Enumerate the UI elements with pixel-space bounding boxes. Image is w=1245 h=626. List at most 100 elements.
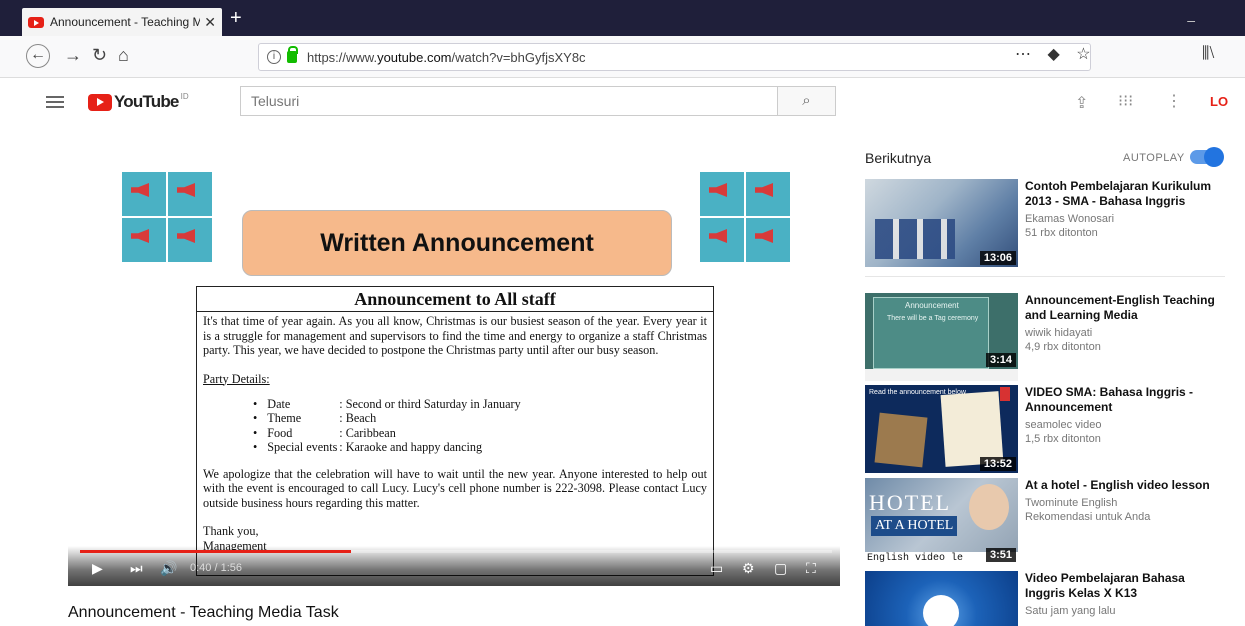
document-title: Announcement to All staff [197,289,713,312]
reload-button[interactable]: ↻ [92,45,107,66]
classroom-image [875,219,955,259]
recommended-title[interactable]: Contoh Pembelajaran Kurikulum 2013 - SMA… [1025,179,1225,209]
play-icon[interactable]: ▶ [92,560,103,577]
thumb-caption: HOTEL [869,490,952,515]
channel-name: Ekamas Wonosari [1025,213,1115,225]
time-display: 0:40 / 1:56 [190,562,242,574]
recommended-title[interactable]: At a hotel - English video lesson [1025,478,1225,493]
youtube-favicon-icon [28,16,44,28]
progress-bar[interactable] [80,550,832,553]
party-details-heading: Party Details: [203,371,270,386]
browser-tab[interactable]: Announcement - Teaching Me ✕ [22,8,222,36]
settings-gear-icon[interactable]: ⚙ [742,560,755,577]
emblem-image [923,595,959,626]
document-paragraph-1: It's that time of year again. As you all… [203,314,707,357]
youtube-play-icon [88,93,112,111]
video-thumbnail[interactable]: HOTEL AT A HOTEL English video le 3:51 [865,478,1018,566]
subtitles-icon[interactable]: ▭ [710,560,723,577]
lock-icon[interactable] [287,46,298,63]
duration-badge: 13:52 [979,457,1016,471]
recommended-title[interactable]: Announcement-English Teaching and Learni… [1025,293,1225,323]
thumb-caption: Announcement [905,301,959,310]
fullscreen-icon[interactable]: ⛶ [806,560,816,577]
autoplay-label: AUTOPLAY [1123,152,1185,164]
view-count: 51 rbx ditonton [1025,227,1098,239]
volume-icon[interactable]: 🔊 [160,560,177,577]
region-code: ID [180,92,189,101]
document-signoff: Thank you, [203,524,259,538]
url-prefix: https://www. [307,49,378,65]
duration-badge: 13:06 [979,251,1016,265]
browser-navbar: ← → ↻ ⌂ i https://www. youtube.com/watch?… [0,36,1245,78]
presenter-image [969,484,1009,530]
youtube-header: YouTube ID Telusuri ⌕ ⇪ ⁝⁝⁝ ⋮ LO [0,78,1245,128]
progress-fill [80,550,351,553]
view-count: 1,5 rbx ditonton [1025,433,1101,445]
search-icon: ⌕ [802,92,811,109]
more-options-icon[interactable]: ⋮ [1166,91,1182,111]
theater-mode-icon[interactable]: ▢ [774,560,787,577]
list-item[interactable]: Video Pembelajaran Bahasa Inggris Kelas … [865,571,1225,626]
tab-title: Announcement - Teaching Me [50,15,201,29]
video-player[interactable]: Written Announcement Announcement to All… [68,150,840,586]
duration-badge: 3:51 [985,548,1016,562]
hamburger-menu-icon[interactable] [46,96,64,108]
list-item: Date: Second or third Saturday in Januar… [253,397,707,412]
party-details-list: Date: Second or third Saturday in Januar… [253,397,707,455]
thumb-caption: AT A HOTEL [871,516,958,536]
channel-name: seamolec video [1025,419,1102,431]
sidebar-divider [865,276,1225,277]
document-paragraph-2: We apologize that the celebration will h… [203,466,707,510]
megaphone-image-left [122,172,212,262]
tab-close-icon[interactable]: ✕ [204,14,216,31]
list-item: Theme: Beach [253,411,707,426]
back-button[interactable]: ← [26,44,50,68]
url-host: youtube.com [377,49,452,65]
login-button[interactable]: LO [1210,94,1228,109]
autoplay-toggle[interactable] [1190,147,1224,167]
list-item[interactable]: 13:06 Contoh Pembelajaran Kurikulum 2013… [865,179,1225,269]
list-item[interactable]: HOTEL AT A HOTEL English video le 3:51 A… [865,478,1225,568]
home-button[interactable]: ⌂ [118,45,129,66]
recommended-title[interactable]: Video Pembelajaran Bahasa Inggris Kelas … [1025,571,1225,601]
list-item[interactable]: Announcement There will be a Tag ceremon… [865,293,1225,383]
url-path: /watch?v=bhGyfjsXY8c [451,49,586,65]
search-input[interactable]: Telusuri [240,86,778,116]
bookmark-image [1000,387,1010,401]
youtube-logo[interactable]: YouTube ID [88,92,189,112]
list-item: Special events: Karaoke and happy dancin… [253,440,707,455]
recommended-title[interactable]: VIDEO SMA: Bahasa Inggris - Announcement [1025,385,1225,415]
slide-banner: Written Announcement [242,210,672,276]
photo-image [874,412,928,468]
megaphone-image-right [700,172,790,262]
search-button[interactable]: ⌕ [778,86,836,116]
apps-grid-icon[interactable]: ⁝⁝⁝ [1118,91,1133,111]
list-item[interactable]: Read the announcement below 13:52 VIDEO … [865,385,1225,475]
video-thumbnail[interactable] [865,571,1018,626]
video-thumbnail[interactable]: 13:06 [865,179,1018,267]
browser-tabstrip: Announcement - Teaching Me ✕ + – [0,0,1245,36]
announcement-document: Announcement to All staff It's that time… [196,286,714,576]
youtube-wordmark: YouTube [114,92,179,111]
url-bar[interactable]: i https://www. youtube.com/watch?v=bhGyfj… [258,43,1091,71]
paper-image [940,391,1004,467]
channel-name: Twominute English [1025,497,1118,509]
video-thumbnail[interactable]: Read the announcement below 13:52 [865,385,1018,473]
forward-button[interactable]: → [64,45,82,66]
thumb-caption: There will be a Tag ceremony [887,315,979,322]
player-controls: ▶ ⏭ 🔊 0:40 / 1:56 ▭ ⚙ ▢ ⛶ [68,546,840,586]
view-count: Rekomendasi untuk Anda [1025,511,1151,523]
thumb-footer [865,369,1018,381]
toggle-knob [1204,147,1224,167]
library-icon[interactable]: ⫼⧵ [1202,45,1214,63]
view-count: 4,9 rbx ditonton [1025,341,1101,353]
channel-name: wiwik hidayati [1025,327,1093,339]
next-video-icon[interactable]: ⏭ [130,560,143,577]
upload-icon[interactable]: ⇪ [1075,93,1088,113]
video-title: Announcement - Teaching Media Task [68,604,339,621]
info-icon[interactable]: i [267,50,281,64]
page-actions-icons[interactable]: ⋯ ◆ ☆ [1015,44,1097,64]
video-thumbnail[interactable]: Announcement There will be a Tag ceremon… [865,293,1018,381]
new-tab-button[interactable]: + [230,8,242,28]
window-minimize-button[interactable]: – [1187,12,1195,28]
